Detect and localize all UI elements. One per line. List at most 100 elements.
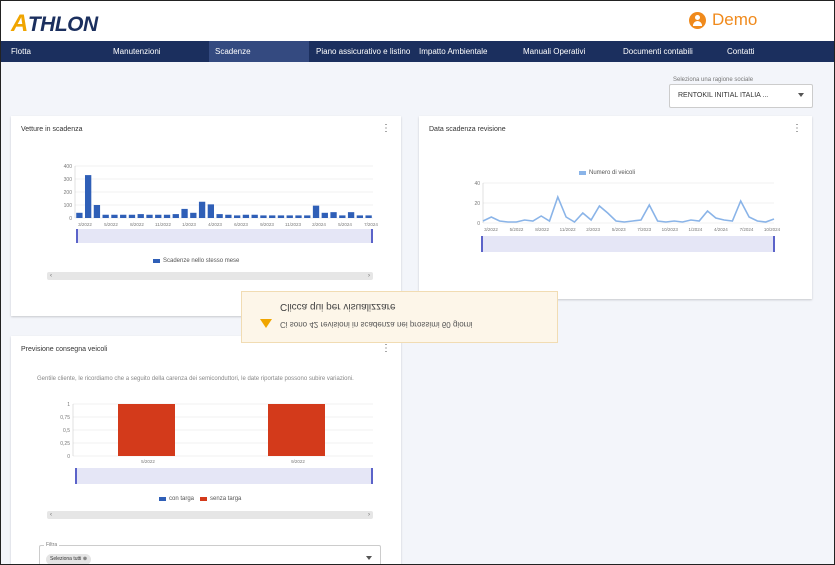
bar	[172, 214, 179, 218]
y-tick-label: 40	[474, 181, 480, 187]
revision-notification[interactable]: Clicca qui per visualizzare Ci sono 42 r…	[241, 291, 558, 343]
bar	[118, 404, 175, 456]
nav-item-manuali-operativi[interactable]: Manuali Operativi	[523, 41, 585, 62]
x-tick-label: 11/2022	[560, 227, 576, 232]
x-tick-label: 9/2022	[291, 459, 305, 464]
logo-text: THLON	[27, 13, 98, 36]
range-slider[interactable]	[75, 468, 373, 484]
x-tick-label: 4/2023	[208, 222, 222, 227]
bar	[216, 214, 223, 218]
company-select-value: RENTOKIL INITIAL ITALIA ...	[678, 92, 769, 99]
notification-title[interactable]: Clicca qui per visualizzare	[280, 301, 396, 312]
x-tick-label: 7/2023	[637, 227, 651, 232]
notification-message: Ci sono 42 revisioni in scadenza nei pro…	[280, 320, 473, 329]
clear-chip-icon[interactable]: ⊗	[83, 556, 87, 562]
chart-legend[interactable]: Scadenze nello stesso mese	[153, 258, 239, 264]
bar	[190, 212, 197, 218]
x-tick-label: 5/2023	[612, 227, 626, 232]
range-slider[interactable]	[481, 236, 775, 252]
bar	[365, 215, 372, 218]
user-name: Demo	[712, 10, 758, 29]
bar	[347, 212, 355, 218]
bar	[286, 215, 293, 218]
user-icon	[689, 11, 706, 29]
x-tick-label: 11/2023	[285, 222, 301, 227]
x-tick-label: 10/2023	[662, 227, 679, 232]
scroll-left-icon[interactable]: ‹	[50, 273, 52, 279]
warning-icon	[260, 319, 272, 328]
y-tick-label: 0	[69, 216, 72, 222]
athlon-logo[interactable]: ATHLON	[11, 10, 98, 38]
x-tick-label: 8/2022	[535, 227, 549, 232]
filter-chip[interactable]: Seleziona tutti ⊗	[46, 554, 92, 564]
x-tick-label: 1/2024	[688, 227, 702, 232]
bar	[76, 212, 83, 218]
nav-item-impatto-ambientale[interactable]: Impatto Ambientale	[419, 41, 487, 62]
nav-item-contatti[interactable]: Contatti	[727, 41, 755, 62]
y-tick-label: 0,25	[60, 441, 70, 447]
nav-item-manutenzioni[interactable]: Manutenzioni	[113, 41, 161, 62]
company-select-label: Seleziona una ragione sociale	[673, 77, 754, 83]
x-tick-label: 3/2022	[78, 222, 92, 227]
y-tick-label: 400	[64, 164, 73, 170]
bar	[312, 205, 320, 218]
bar	[163, 214, 171, 218]
top-bar: ATHLON Demo	[1, 1, 834, 41]
x-tick-label: 5/2024	[338, 222, 352, 227]
bar	[93, 205, 101, 218]
x-tick-label: 2/2023	[586, 227, 600, 232]
bar	[268, 404, 325, 456]
bar	[111, 214, 118, 218]
horizontal-scrollbar[interactable]: ‹ ›	[47, 272, 373, 280]
filter-chip-label: Seleziona tutti	[50, 556, 82, 562]
bar	[181, 208, 188, 218]
scroll-right-icon[interactable]: ›	[368, 512, 370, 518]
y-tick-label: 300	[64, 177, 73, 183]
legend-label-con-targa: con targa	[169, 496, 195, 502]
filter-label: Filtra	[44, 542, 60, 548]
bar	[102, 214, 109, 218]
y-tick-label: 100	[64, 203, 73, 209]
nav-item-scadenze[interactable]: Scadenze	[209, 41, 309, 62]
user-menu[interactable]: Demo	[689, 10, 757, 30]
x-tick-label: 4/2024	[714, 227, 728, 232]
x-tick-label: 7/2024	[740, 227, 754, 232]
legend-swatch	[153, 259, 160, 263]
bar	[146, 214, 153, 218]
x-tick-label: 5/2022	[141, 459, 155, 464]
bar	[225, 214, 232, 218]
nav-item-piano-assicurativo[interactable]: Piano assicurativo e listino	[316, 41, 410, 62]
chart-legend[interactable]: con targa senza targa	[159, 496, 241, 502]
x-tick-label: 5/2022	[104, 222, 118, 227]
bar	[84, 175, 92, 218]
legend-label-senza-targa: senza targa	[210, 496, 242, 502]
bar	[155, 214, 162, 218]
chevron-down-icon	[798, 93, 804, 97]
range-slider[interactable]	[76, 229, 373, 243]
x-tick-label: 5/2022	[510, 227, 524, 232]
bar	[137, 214, 144, 218]
card-scadenza-revisione: Data scadenza revisione ⋮ Numero di veic…	[419, 116, 812, 299]
x-tick-label: 6/2023	[234, 222, 248, 227]
nav-item-flotta[interactable]: Flotta	[11, 41, 31, 62]
bar	[260, 215, 267, 218]
company-select[interactable]: RENTOKIL INITIAL ITALIA ...	[669, 84, 813, 108]
card-previsione-consegna: Previsione consegna veicoli ⋮ Gentile cl…	[11, 336, 401, 564]
y-tick-label: 0	[67, 454, 70, 460]
legend-swatch-con-targa	[159, 497, 166, 501]
nav-item-documenti-contabili[interactable]: Documenti contabili	[623, 41, 693, 62]
x-tick-label: 7/2024	[364, 222, 378, 227]
scroll-left-icon[interactable]: ‹	[50, 512, 52, 518]
legend-swatch-senza-targa	[200, 497, 208, 501]
horizontal-scrollbar[interactable]: ‹ ›	[47, 511, 373, 519]
bar	[321, 212, 328, 218]
x-tick-label: 8/2022	[130, 222, 144, 227]
bar	[233, 215, 241, 218]
x-tick-label: 1/2023	[182, 222, 196, 227]
bar	[242, 214, 250, 218]
scroll-right-icon[interactable]: ›	[368, 273, 370, 279]
series-line	[482, 194, 775, 224]
app-window: ATHLON Demo Flotta Manutenzioni Scadenze…	[0, 0, 835, 565]
filter-select[interactable]: Filtra Seleziona tutti ⊗	[39, 542, 381, 564]
bar	[251, 214, 258, 218]
